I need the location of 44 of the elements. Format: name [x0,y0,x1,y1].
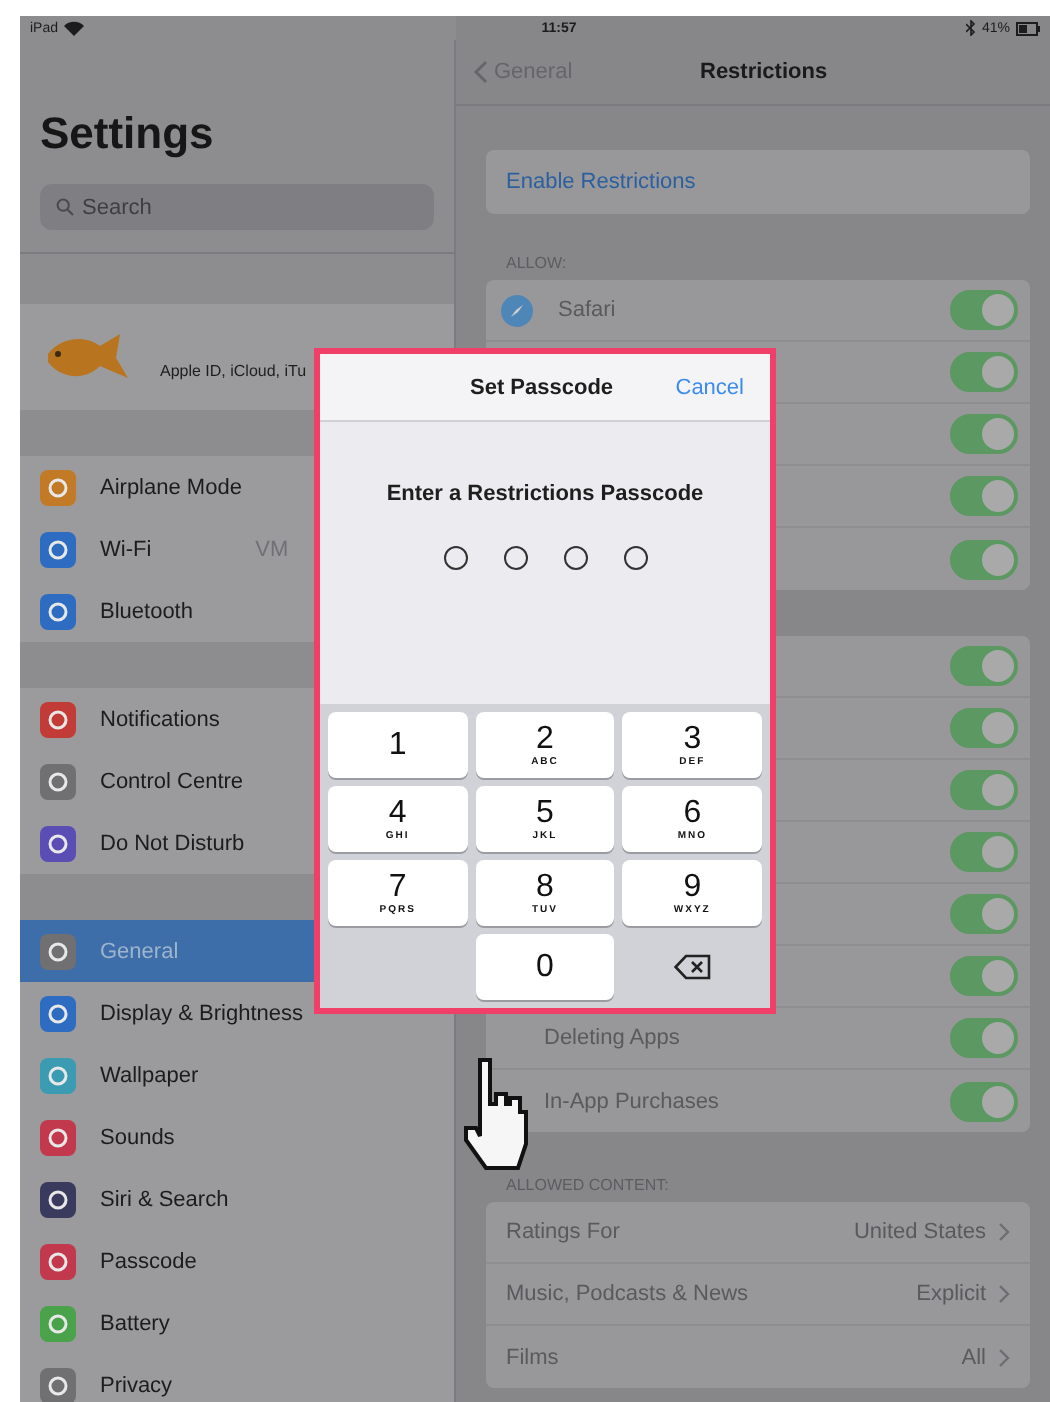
dialog-title: Set Passcode [470,375,614,399]
restriction-label: Deleting Apps [544,1026,680,1050]
settings-title: Settings [38,106,216,162]
sidebar-item[interactable]: Battery [20,1292,454,1354]
restriction-label: Safari [558,298,616,322]
search-icon [56,198,74,216]
toggle-switch[interactable] [950,646,1018,686]
toggle-switch[interactable] [950,539,1018,579]
sidebar-item[interactable]: Siri & Search [20,1168,454,1230]
restriction-label: In-App Purchases [544,1089,719,1113]
chevron-right-icon [998,1222,1010,1242]
toggle-switch[interactable] [950,832,1018,872]
toggle-switch[interactable] [950,290,1018,330]
keypad-key[interactable]: 0 [475,934,615,1000]
keypad-key[interactable]: 1 [328,712,468,778]
chevron-left-icon [474,60,488,84]
cancel-button[interactable]: Cancel [675,375,744,399]
chevron-right-icon [998,1347,1010,1367]
sidebar-item[interactable]: Display & Brightness [20,982,454,1044]
sidebar-item[interactable]: Privacy [20,1354,454,1402]
passcode-prompt: Enter a Restrictions Passcode [386,482,704,506]
page-title: Restrictions [700,60,828,84]
toggle-switch[interactable] [950,1018,1018,1058]
chevron-right-icon [998,1284,1010,1304]
sidebar-item[interactable]: Passcode [20,1230,454,1292]
profile-subtitle: Apple ID, iCloud, iTu [160,362,307,380]
toggle-switch[interactable] [950,894,1018,934]
search-field[interactable]: Search [40,184,434,230]
toggle-switch[interactable] [950,476,1018,516]
backspace-icon [673,954,712,980]
wifi-icon [64,20,85,36]
sidebar-item[interactable]: Bluetooth [20,580,454,642]
toggle-switch[interactable] [950,414,1018,454]
hand-cursor-icon [462,1056,530,1172]
toggle-switch[interactable] [950,1081,1018,1121]
battery-icon [1016,21,1040,35]
sidebar-item[interactable]: Wallpaper [20,1044,454,1106]
toggle-switch[interactable] [950,770,1018,810]
sidebar-item[interactable]: Sounds [20,1106,454,1168]
toggle-switch[interactable] [950,352,1018,392]
toggle-switch[interactable] [950,956,1018,996]
bluetooth-icon [965,20,976,36]
toggle-switch[interactable] [950,708,1018,748]
compass-icon [500,293,534,327]
